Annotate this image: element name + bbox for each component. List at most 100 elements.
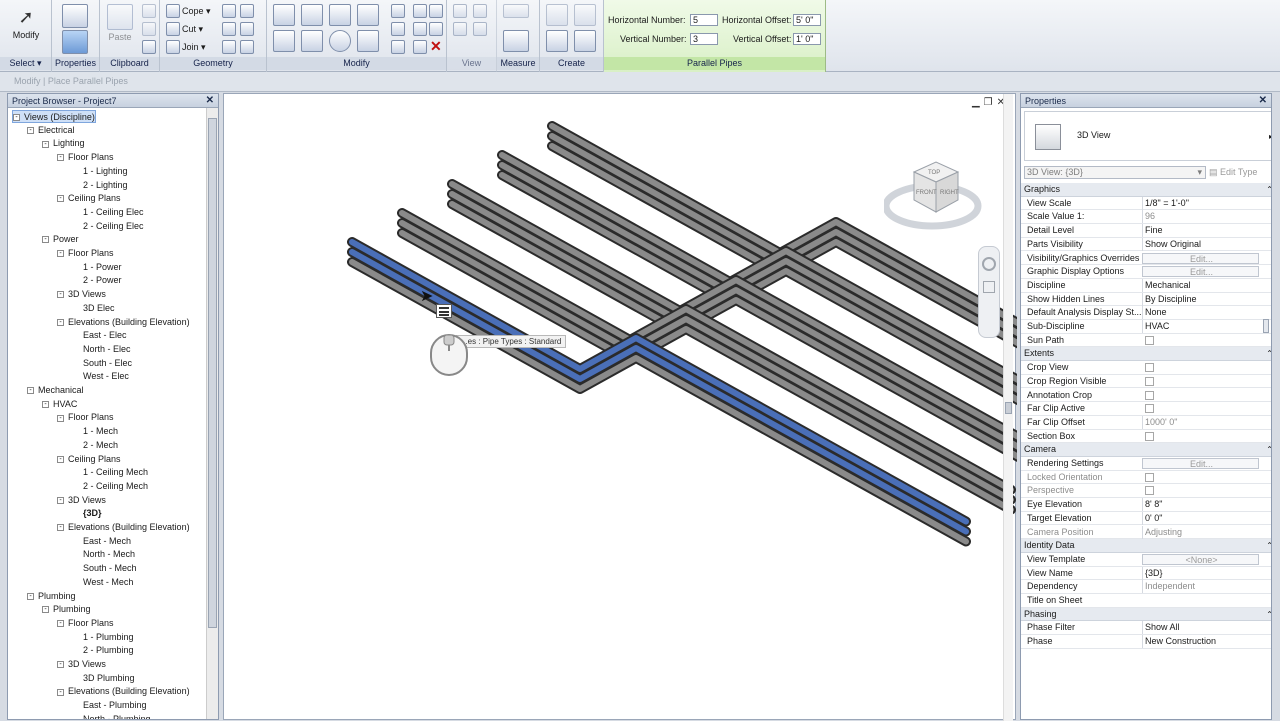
browser-node[interactable]: 2 - Ceiling Elec — [72, 220, 144, 233]
paint-icon[interactable] — [222, 22, 236, 36]
browser-node[interactable]: -3D Views — [57, 494, 106, 507]
type-properties-icon[interactable] — [62, 4, 88, 28]
browser-node[interactable]: - Floor Plans — [57, 411, 114, 424]
properties-section[interactable]: Phasing ⌃ — [1021, 607, 1271, 622]
mirror-axis-icon[interactable] — [329, 4, 351, 26]
browser-node[interactable]: 2 - Mech — [72, 439, 118, 452]
type-selector-chevron-icon[interactable]: ▸ — [1269, 132, 1271, 141]
browser-node[interactable]: South - Mech — [72, 562, 137, 575]
unpin-icon[interactable] — [429, 4, 443, 18]
match-type-icon[interactable] — [142, 40, 156, 54]
trim-multiple-icon[interactable] — [391, 40, 405, 54]
cut-geometry-icon[interactable] — [166, 22, 180, 36]
browser-node[interactable]: East - Plumbing — [72, 699, 147, 712]
tree-collapse-icon[interactable]: - — [42, 606, 49, 614]
browser-node[interactable]: West - Mech — [72, 576, 133, 589]
property-checkbox[interactable] — [1145, 404, 1154, 414]
vertical-number-field[interactable]: 3 — [690, 33, 718, 45]
browser-node[interactable]: - Elevations (Building Elevation) — [57, 316, 190, 329]
property-value[interactable]: 1/8" = 1'-0" — [1142, 196, 1259, 210]
override-icon[interactable] — [473, 4, 487, 18]
property-edit-button[interactable]: Edit... — [1142, 252, 1259, 264]
property-edit-button[interactable]: <None> — [1142, 553, 1259, 565]
pin-icon[interactable] — [429, 22, 443, 36]
property-edit-button[interactable]: Edit... — [1142, 266, 1259, 278]
collapse-section-icon[interactable]: ⌃ — [1266, 443, 1271, 456]
wall-edit-icon[interactable] — [222, 40, 236, 54]
property-value[interactable]: 1000' 0" — [1142, 415, 1259, 429]
browser-node[interactable]: 1 - Plumbing — [72, 631, 134, 644]
join-icon[interactable] — [166, 40, 180, 54]
browser-node[interactable]: 3D Elec — [72, 302, 115, 315]
delete-icon[interactable]: ✕ — [430, 38, 442, 55]
move-icon[interactable] — [273, 30, 295, 52]
properties-section[interactable]: Extents ⌃ — [1021, 347, 1271, 362]
hammer-icon[interactable] — [240, 40, 254, 54]
browser-node[interactable]: - Ceiling Plans — [57, 192, 121, 205]
create-group-icon[interactable] — [546, 30, 568, 52]
align-icon[interactable] — [273, 4, 295, 26]
edit-type-button[interactable]: ▤ Edit Type — [1209, 166, 1257, 179]
hide-icon[interactable] — [453, 4, 467, 18]
properties-section[interactable]: Camera ⌃ — [1021, 443, 1271, 457]
tree-collapse-icon[interactable]: - — [57, 524, 64, 532]
property-value[interactable]: Mechanical — [1142, 278, 1259, 292]
view-selector[interactable]: 3D View: {3D} ▾ — [1024, 166, 1206, 179]
browser-node[interactable]: - Power — [42, 233, 79, 246]
browser-node[interactable]: - Floor Plans — [57, 617, 114, 630]
rotate-icon[interactable] — [329, 30, 351, 52]
property-value[interactable]: 8' 8" — [1142, 498, 1259, 512]
tree-collapse-icon[interactable]: - — [57, 250, 64, 258]
tree-collapse-icon[interactable]: - — [57, 455, 64, 463]
wall-join-icon[interactable] — [222, 4, 236, 18]
browser-node[interactable]: 1 - Ceiling Elec — [72, 206, 144, 219]
property-value[interactable]: Independent — [1142, 580, 1259, 594]
browser-node[interactable]: - Ceiling Plans — [57, 453, 121, 466]
browser-node[interactable]: North - Plumbing — [72, 713, 151, 719]
tree-collapse-icon[interactable]: - — [57, 496, 64, 504]
browser-node[interactable]: -3D Views — [57, 288, 106, 301]
property-value[interactable]: None — [1142, 306, 1259, 320]
properties-icon[interactable] — [62, 30, 88, 54]
tree-collapse-icon[interactable]: - — [13, 114, 20, 122]
property-checkbox[interactable] — [1145, 390, 1154, 400]
modify-button[interactable]: ➚ Modify — [8, 4, 44, 40]
split-icon[interactable] — [391, 4, 405, 18]
property-value[interactable]: New Construction — [1142, 635, 1259, 649]
property-checkbox[interactable] — [1145, 376, 1154, 386]
cope-icon[interactable] — [166, 4, 180, 18]
browser-node[interactable]: - Mechanical — [27, 384, 84, 397]
horizontal-number-field[interactable]: 5 — [690, 14, 718, 26]
trim-extend-icon[interactable] — [357, 30, 379, 52]
tree-collapse-icon[interactable]: - — [27, 387, 34, 395]
tree-collapse-icon[interactable]: - — [27, 592, 34, 600]
cut-clip-icon[interactable] — [142, 4, 156, 18]
browser-node[interactable]: - Floor Plans — [57, 151, 114, 164]
properties-close-icon[interactable]: ✕ — [1259, 94, 1267, 108]
tree-collapse-icon[interactable]: - — [57, 688, 64, 696]
offset-icon[interactable] — [301, 4, 323, 26]
create-parts-icon[interactable] — [574, 4, 596, 26]
browser-node[interactable]: 1 - Power — [72, 261, 122, 274]
property-value[interactable]: Show Original — [1142, 237, 1259, 251]
cope-label[interactable]: Cope ▾ — [182, 6, 211, 17]
browser-node[interactable]: 1 - Mech — [72, 425, 118, 438]
property-checkbox[interactable] — [1145, 363, 1154, 373]
browser-node[interactable]: East - Elec — [72, 329, 127, 342]
property-checkbox[interactable] — [1145, 472, 1154, 482]
properties-section[interactable]: Graphics ⌃ — [1021, 183, 1271, 197]
property-value[interactable]: HVAC — [1142, 320, 1259, 333]
scale-icon[interactable] — [413, 22, 427, 36]
paste-button[interactable]: Paste — [102, 4, 138, 42]
browser-node[interactable]: - Floor Plans — [57, 247, 114, 260]
browser-node[interactable]: 3D Plumbing — [72, 672, 135, 685]
browser-node[interactable]: - Elevations (Building Elevation) — [57, 685, 190, 698]
property-checkbox[interactable] — [1145, 486, 1154, 496]
browser-node[interactable]: West - Elec — [72, 370, 129, 383]
browser-node[interactable]: 2 - Ceiling Mech — [72, 480, 148, 493]
project-browser-scrollbar[interactable] — [206, 108, 218, 719]
property-value[interactable]: Fine — [1142, 224, 1259, 238]
property-checkbox[interactable] — [1145, 335, 1154, 345]
project-browser-close-icon[interactable]: ✕ — [206, 94, 214, 108]
collapse-section-icon[interactable]: ⌃ — [1266, 608, 1271, 621]
